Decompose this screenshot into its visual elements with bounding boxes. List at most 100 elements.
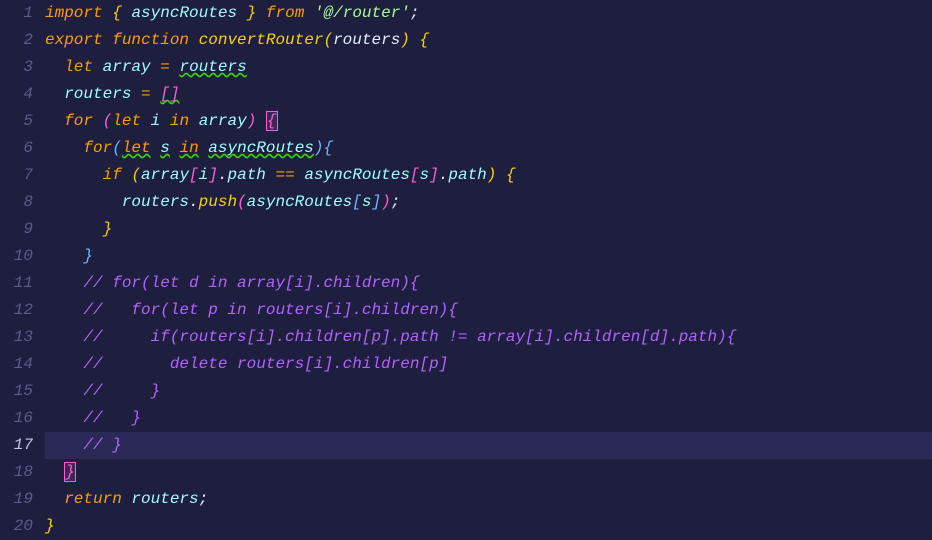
bracket-open: [	[189, 166, 199, 184]
code-line[interactable]: }	[45, 459, 932, 486]
identifier: i	[151, 112, 161, 130]
paren-open: (	[323, 31, 333, 49]
code-line[interactable]: return routers;	[45, 486, 932, 513]
code-line[interactable]: // for(let p in routers[i].children){	[45, 297, 932, 324]
brace-close: }	[103, 220, 113, 238]
kw-for: for	[64, 112, 93, 130]
identifier: array	[199, 112, 247, 130]
dot: .	[439, 166, 449, 184]
line-number: 1	[0, 0, 33, 27]
paren-open: (	[131, 166, 141, 184]
identifier: i	[199, 166, 209, 184]
line-number: 14	[0, 351, 33, 378]
code-line[interactable]: routers.push(asyncRoutes[s]);	[45, 189, 932, 216]
kw-in: in	[179, 139, 198, 157]
comment: // }	[83, 409, 141, 427]
identifier: routers	[131, 490, 198, 508]
semicolon: ;	[199, 490, 209, 508]
identifier: asyncRoutes	[208, 139, 314, 157]
brace-open: {	[324, 139, 334, 157]
paren-close: )	[247, 112, 257, 130]
code-line[interactable]: }	[45, 216, 932, 243]
paren-close: )	[487, 166, 497, 184]
comment: // }	[83, 436, 121, 454]
line-number: 9	[0, 216, 33, 243]
code-line[interactable]: routers = []	[45, 81, 932, 108]
line-number: 11	[0, 270, 33, 297]
kw-import: import	[45, 4, 103, 22]
code-line[interactable]: if (array[i].path == asyncRoutes[s].path…	[45, 162, 932, 189]
code-line[interactable]: }	[45, 513, 932, 540]
bracket-open: [	[410, 166, 420, 184]
kw-let: let	[112, 112, 141, 130]
code-line[interactable]: import { asyncRoutes } from '@/router';	[45, 0, 932, 27]
line-number: 7	[0, 162, 33, 189]
line-number: 8	[0, 189, 33, 216]
bracket-close: ]	[208, 166, 218, 184]
brace-close: }	[45, 517, 55, 535]
code-editor[interactable]: 1 2 3 4 5 6 7 8 9 10 11 12 13 14 15 16 1…	[0, 0, 932, 538]
code-line[interactable]: for (let i in array) {	[45, 108, 932, 135]
comment: // delete routers[i].children[p]	[83, 355, 448, 373]
identifier: s	[362, 193, 372, 211]
code-line[interactable]: // }	[45, 432, 932, 459]
identifier: array	[141, 166, 189, 184]
code-line[interactable]: let array = routers	[45, 54, 932, 81]
paren-close: )	[400, 31, 410, 49]
kw-let: let	[64, 58, 93, 76]
parameter: routers	[333, 31, 400, 49]
line-number: 10	[0, 243, 33, 270]
identifier: s	[160, 139, 170, 157]
line-number: 18	[0, 459, 33, 486]
code-line[interactable]: // for(let d in array[i].children){	[45, 270, 932, 297]
line-number: 4	[0, 81, 33, 108]
paren-open: (	[112, 139, 122, 157]
code-line[interactable]: export function convertRouter(routers) {	[45, 27, 932, 54]
paren-open: (	[103, 112, 113, 130]
code-line[interactable]: // if(routers[i].children[p].path != arr…	[45, 324, 932, 351]
kw-for: for	[83, 139, 112, 157]
line-number: 12	[0, 297, 33, 324]
line-number: 15	[0, 378, 33, 405]
operator: =	[160, 58, 170, 76]
code-line[interactable]: // }	[45, 405, 932, 432]
code-line[interactable]: for(let s in asyncRoutes){	[45, 135, 932, 162]
line-number: 3	[0, 54, 33, 81]
code-line[interactable]: // delete routers[i].children[p]	[45, 351, 932, 378]
comment: // if(routers[i].children[p].path != arr…	[83, 328, 736, 346]
property: path	[227, 166, 265, 184]
paren-close: )	[314, 139, 324, 157]
kw-from: from	[266, 4, 304, 22]
identifier: asyncRoutes	[247, 193, 353, 211]
paren-open: (	[237, 193, 247, 211]
line-number: 17	[0, 432, 33, 459]
method: push	[199, 193, 237, 211]
operator: ==	[276, 166, 295, 184]
function-name: convertRouter	[199, 31, 324, 49]
bracket-close: ]	[429, 166, 439, 184]
comment: // }	[83, 382, 160, 400]
kw-if: if	[103, 166, 122, 184]
kw-export: export	[45, 31, 103, 49]
paren-close: )	[381, 193, 391, 211]
identifier: s	[420, 166, 430, 184]
code-line[interactable]: // }	[45, 378, 932, 405]
comment: // for(let d in array[i].children){	[83, 274, 419, 292]
line-number: 20	[0, 513, 33, 540]
operator: =	[141, 85, 151, 103]
identifier: asyncRoutes	[131, 4, 237, 22]
line-number: 19	[0, 486, 33, 513]
brace-open: {	[266, 111, 278, 131]
bracket-open: [	[352, 193, 362, 211]
kw-function: function	[112, 31, 189, 49]
code-area[interactable]: import { asyncRoutes } from '@/router'; …	[45, 0, 932, 538]
brace-open: {	[112, 4, 122, 22]
code-line[interactable]: }	[45, 243, 932, 270]
brackets: []	[160, 85, 179, 103]
comment: // for(let p in routers[i].children){	[83, 301, 457, 319]
property: path	[448, 166, 486, 184]
identifier: array	[103, 58, 151, 76]
brace-close: }	[83, 247, 93, 265]
identifier: routers	[64, 85, 131, 103]
bracket-close: ]	[372, 193, 382, 211]
